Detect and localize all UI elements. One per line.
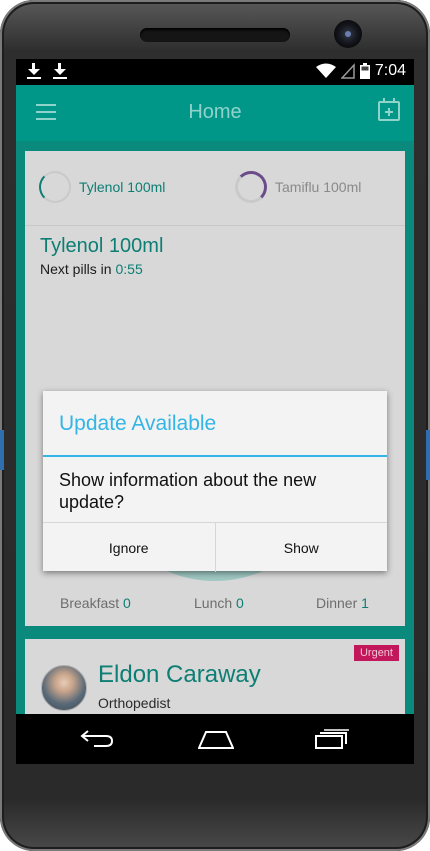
meal-count: 0 [236, 595, 244, 611]
speaker-grille [140, 28, 290, 42]
avatar [41, 665, 87, 711]
phone-frame: 7:04 Home Tylenol 100ml Tamiflu 100ml Ty… [0, 0, 430, 851]
battery-icon [359, 63, 370, 79]
main-content: Tylenol 100ml Tamiflu 100ml Tylenol 100m… [16, 141, 414, 764]
front-camera [334, 20, 362, 48]
meal-label: Lunch [194, 595, 233, 611]
power-button [426, 430, 430, 480]
progress-ring-icon [235, 171, 267, 203]
dialog-divider [43, 455, 387, 457]
update-dialog: Update Available Show information about … [43, 391, 387, 572]
meal-label: Breakfast [60, 595, 120, 611]
calendar-add-icon[interactable] [378, 98, 400, 121]
ignore-button[interactable]: Ignore [43, 523, 215, 572]
status-bar: 7:04 [16, 59, 414, 85]
dialog-button-bar: Ignore Show [43, 522, 387, 572]
tab-label: Tamiflu 100ml [275, 179, 362, 195]
signal-icon [340, 63, 355, 79]
medication-tabs: Tylenol 100ml Tamiflu 100ml [25, 151, 405, 226]
app-bar: Home [16, 85, 414, 141]
meal-lunch: Lunch 0 [194, 595, 244, 611]
show-button[interactable]: Show [214, 523, 388, 572]
next-pill-countdown: 0:55 [115, 261, 143, 277]
medication-title: Tylenol 100ml [40, 235, 164, 257]
recent-apps-icon[interactable] [314, 728, 350, 750]
tab-tylenol[interactable]: Tylenol 100ml [39, 171, 165, 203]
dialog-title: Update Available [59, 412, 217, 435]
meal-label: Dinner [316, 595, 358, 611]
page-title: Home [188, 101, 242, 123]
meal-breakfast: Breakfast 0 [60, 595, 131, 611]
device-screen: 7:04 Home Tylenol 100ml Tamiflu 100ml Ty… [16, 59, 414, 764]
home-icon[interactable] [198, 730, 234, 750]
doctor-specialty: Orthopedist [98, 695, 171, 711]
meal-dinner: Dinner 1 [316, 595, 369, 611]
back-icon[interactable] [80, 728, 114, 748]
urgent-badge: Urgent [353, 645, 399, 661]
meal-count: 0 [123, 595, 131, 611]
tab-tamiflu[interactable]: Tamiflu 100ml [235, 171, 361, 203]
download-icon [26, 62, 42, 80]
next-pill-line: Next pills in 0:55 [40, 261, 143, 277]
status-time: 7:04 [374, 62, 406, 79]
download-icon [52, 62, 68, 80]
progress-ring-icon [39, 171, 71, 203]
volume-button [0, 430, 4, 470]
tab-label: Tylenol 100ml [79, 179, 166, 195]
system-nav-bar [16, 714, 414, 764]
next-pill-label: Next pills in [40, 261, 112, 277]
wifi-icon [315, 63, 336, 78]
dialog-message: Show information about the new update? [59, 470, 317, 512]
doctor-name: Eldon Caraway [98, 661, 261, 688]
meal-count: 1 [361, 595, 369, 611]
